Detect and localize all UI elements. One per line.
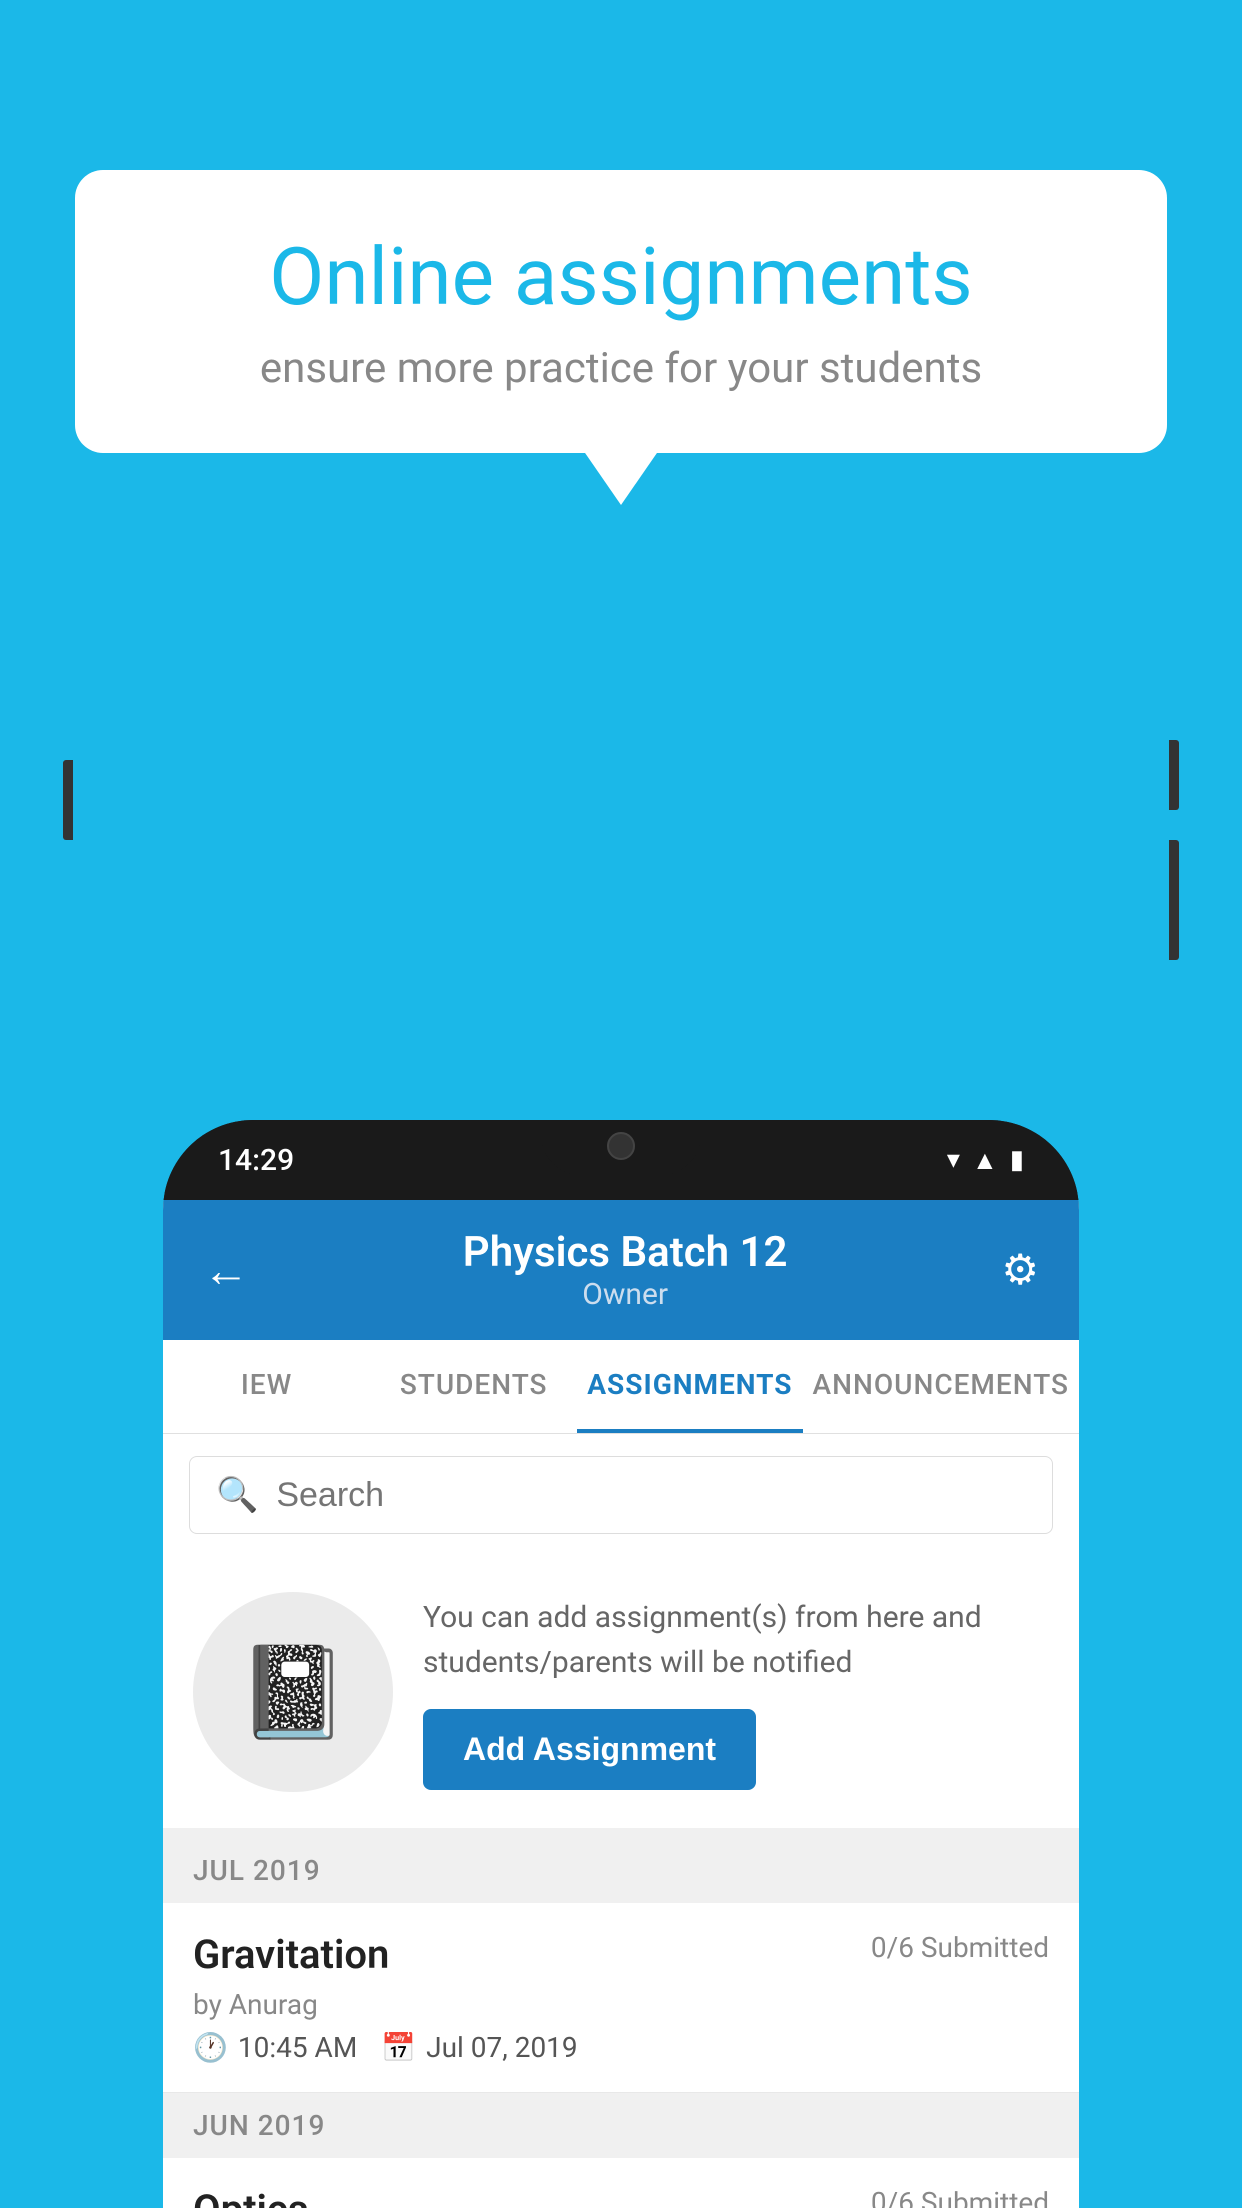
settings-icon[interactable]: ⚙	[1001, 1245, 1039, 1295]
promo-icon-circle: 📓	[193, 1592, 393, 1792]
promo-content: You can add assignment(s) from here and …	[423, 1595, 1049, 1790]
header-title-group: Physics Batch 12 Owner	[463, 1228, 788, 1312]
tab-announcements[interactable]: ANNOUNCEMENTS	[803, 1340, 1079, 1433]
promo-text: You can add assignment(s) from here and …	[423, 1595, 1049, 1685]
assignment-top-row-optics: Optics 0/6 Submitted	[193, 2186, 1049, 2208]
app-header: ← Physics Batch 12 Owner ⚙	[163, 1200, 1079, 1340]
phone-side-right-top	[1169, 740, 1179, 810]
tabs-container: IEW STUDENTS ASSIGNMENTS ANNOUNCEMENTS	[163, 1340, 1079, 1434]
page-title: Physics Batch 12	[463, 1228, 788, 1277]
status-icons: ▾ ▲ ▮	[947, 1145, 1024, 1176]
assignment-title: Gravitation	[193, 1931, 389, 1978]
phone-screen: ← Physics Batch 12 Owner ⚙ IEW STUDENTS …	[163, 1200, 1079, 2208]
tab-assignments[interactable]: ASSIGNMENTS	[577, 1340, 802, 1433]
tab-iew[interactable]: IEW	[163, 1340, 370, 1433]
search-bar-container: 🔍	[163, 1434, 1079, 1556]
assignment-item-optics[interactable]: Optics 0/6 Submitted by Anurag	[163, 2158, 1079, 2208]
phone-wrapper: 14:29 ▾ ▲ ▮ ← Physics Batch 12 Owner ⚙	[75, 560, 1167, 2208]
speech-bubble-title: Online assignments	[145, 230, 1097, 324]
add-assignment-button[interactable]: Add Assignment	[423, 1709, 756, 1790]
assignment-title-optics: Optics	[193, 2186, 308, 2208]
speech-bubble-container: Online assignments ensure more practice …	[75, 170, 1167, 453]
clock-icon: 🕐	[193, 2031, 228, 2064]
assignment-author: by Anurag	[193, 1988, 1049, 2021]
status-bar-area: 14:29 ▾ ▲ ▮	[163, 1120, 1079, 1200]
battery-icon: ▮	[1010, 1145, 1024, 1175]
notebook-icon: 📓	[237, 1640, 349, 1745]
signal-icon: ▲	[972, 1145, 998, 1176]
speech-bubble: Online assignments ensure more practice …	[75, 170, 1167, 453]
assignment-submitted-optics: 0/6 Submitted	[871, 2186, 1049, 2208]
status-time: 14:29	[218, 1143, 294, 1178]
assignment-top-row: Gravitation 0/6 Submitted	[193, 1931, 1049, 1978]
search-input[interactable]	[276, 1476, 1026, 1515]
page-subtitle: Owner	[463, 1277, 788, 1312]
assignment-date: 📅 Jul 07, 2019	[381, 2031, 577, 2064]
calendar-icon: 📅	[381, 2031, 416, 2064]
section-header-jul: JUL 2019	[163, 1838, 1079, 1903]
search-bar: 🔍	[189, 1456, 1053, 1534]
assignment-time: 🕐 10:45 AM	[193, 2031, 357, 2064]
phone-side-right-bottom	[1169, 840, 1179, 960]
assignment-meta: 🕐 10:45 AM 📅 Jul 07, 2019	[193, 2031, 1049, 2064]
assignment-time-value: 10:45 AM	[238, 2031, 357, 2064]
tab-students[interactable]: STUDENTS	[370, 1340, 577, 1433]
assignment-submitted: 0/6 Submitted	[871, 1931, 1049, 1964]
back-button[interactable]: ←	[203, 1243, 249, 1298]
assignment-item-gravitation[interactable]: Gravitation 0/6 Submitted by Anurag 🕐 10…	[163, 1903, 1079, 2093]
search-icon: 🔍	[216, 1475, 258, 1515]
wifi-icon: ▾	[947, 1145, 960, 1175]
assignment-date-value: Jul 07, 2019	[426, 2031, 578, 2064]
section-header-jun: JUN 2019	[163, 2093, 1079, 2158]
status-bar: 14:29 ▾ ▲ ▮	[218, 1143, 1024, 1178]
add-assignment-promo: 📓 You can add assignment(s) from here an…	[163, 1556, 1079, 1838]
phone-side-left	[63, 760, 73, 840]
phone-frame: 14:29 ▾ ▲ ▮ ← Physics Batch 12 Owner ⚙	[163, 1120, 1079, 2208]
speech-bubble-subtitle: ensure more practice for your students	[145, 344, 1097, 393]
